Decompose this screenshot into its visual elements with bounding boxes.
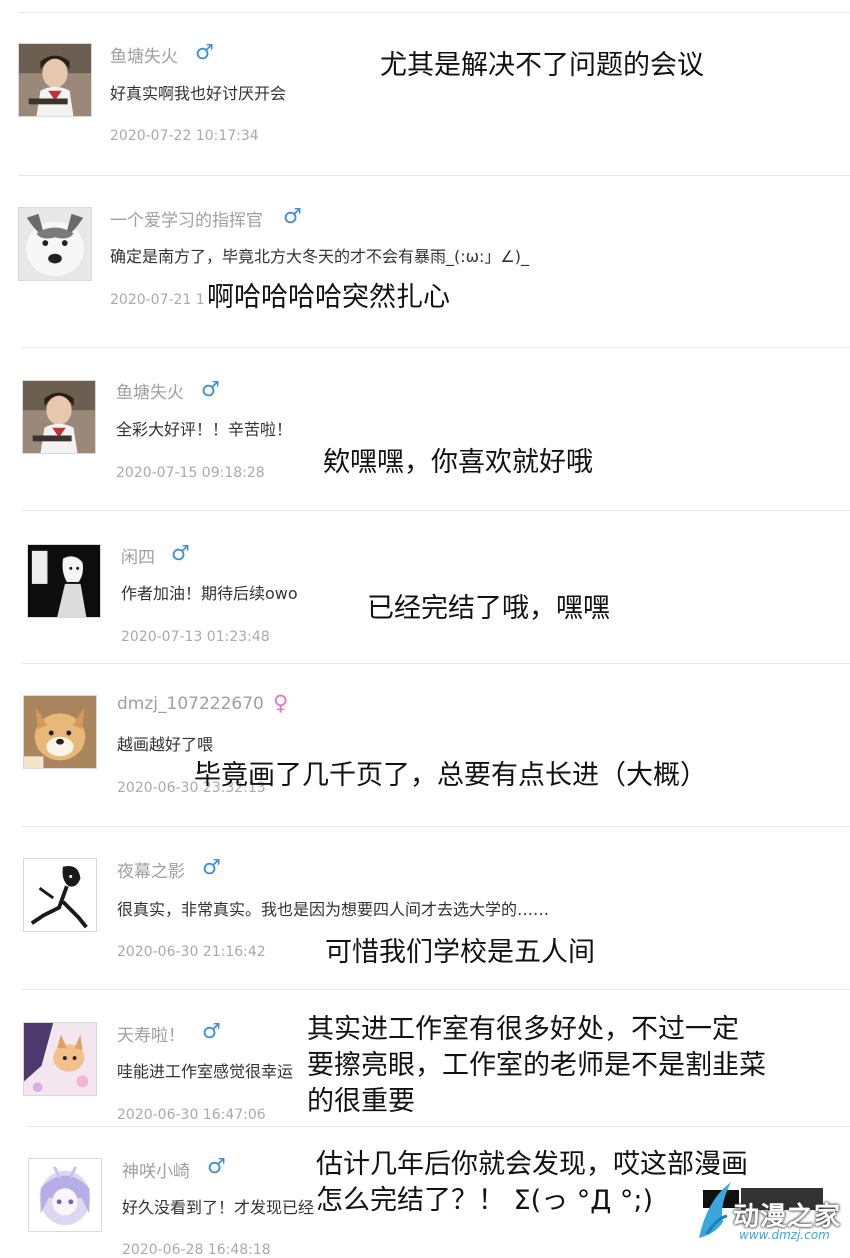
comment-text: 哇能进工作室感觉很幸运 [117,1062,294,1081]
comment-text: 作者加油！期待后续owo [121,584,298,603]
author-reply-line: 其实进工作室有很多好处，不过一定 [307,1014,739,1045]
username[interactable]: 夜幕之影 [117,857,185,882]
comment-text: 全彩大好评！！辛苦啦！ [116,420,293,439]
avatar[interactable] [23,1022,97,1096]
female-icon: ♀ [273,691,289,715]
male-icon: ♂ [201,377,220,401]
divider [22,989,850,990]
avatar[interactable] [18,207,92,281]
timestamp: 2020-07-21 1 [110,292,205,308]
timestamp: 2020-07-22 10:17:34 [110,128,259,144]
author-reply: 毕竟画了几千页了，总要有点长进（大概） [194,760,707,791]
divider [18,12,850,13]
divider [27,1126,850,1127]
author-reply: 其实进工作室有很多好处，不过一定 要擦亮眼，工作室的老师是不是割韭菜 的很重要 [307,1012,766,1120]
username[interactable]: 天寿啦！ [117,1021,185,1046]
comment-text: 越画越好了喂 [117,735,214,754]
username[interactable]: dmzj_107222670 [117,694,264,714]
male-icon: ♂ [207,1154,226,1178]
divider [22,347,850,348]
author-reply-line: 估计几年后你就会发现，哎这部漫画 [316,1149,748,1180]
dmzj-logo: 动漫之家 www.dmzj.com [697,1160,847,1246]
avatar[interactable] [18,43,92,117]
author-reply: 尤其是解决不了问题的会议 [380,50,704,81]
comment-text: 好真实啊我也好讨厌开会 [110,84,287,103]
male-icon: ♂ [171,541,190,565]
male-icon: ♂ [283,204,302,228]
divider [18,175,850,176]
author-reply-line: 的很重要 [307,1086,415,1117]
timestamp: 2020-06-30 16:47:06 [117,1107,266,1123]
avatar[interactable] [27,544,101,618]
avatar[interactable] [22,380,96,454]
avatar[interactable] [28,1158,102,1232]
username[interactable]: 一个爱学习的指挥官 [110,206,263,231]
author-reply: 欸嘿嘿，你喜欢就好哦 [323,447,593,478]
timestamp: 2020-07-15 09:18:28 [116,465,265,481]
author-reply: 已经完结了哦，嘿嘿 [367,593,610,624]
author-reply-line: 怎么完结了？！ Σ(っ °Д °;) [316,1185,654,1216]
avatar[interactable] [23,858,97,932]
username[interactable]: 鱼塘失火 [116,378,184,403]
male-icon: ♂ [195,40,214,64]
author-reply: 估计几年后你就会发现，哎这部漫画 怎么完结了？！ Σ(っ °Д °;) [316,1147,748,1219]
logo-url: www.dmzj.com [739,1228,830,1242]
divider [22,663,850,664]
timestamp: 2020-07-13 01:23:48 [121,629,270,645]
username[interactable]: 鱼塘失火 [110,42,178,67]
author-reply-line: 要擦亮眼，工作室的老师是不是割韭菜 [307,1050,766,1081]
author-reply: 可惜我们学校是五人间 [325,937,595,968]
comment-text: 确定是南方了，毕竟北方大冬天的才不会有暴雨_(:ω:」∠)_ [110,247,530,266]
comment-text: 好久没看到了！才发现已经 [122,1198,315,1217]
divider [22,826,850,827]
author-reply: 啊哈哈哈哈突然扎心 [207,282,450,313]
divider [22,510,850,511]
timestamp: 2020-06-30 21:16:42 [117,944,266,960]
comment-text: 很真实，非常真实。我也是因为想要四人间才去选大学的…… [117,900,550,919]
timestamp: 2020-06-28 16:48:18 [122,1242,271,1258]
male-icon: ♂ [202,1019,221,1043]
avatar[interactable] [23,695,97,769]
username[interactable]: 闲四 [121,543,155,568]
username[interactable]: 神咲小崎 [122,1157,190,1182]
male-icon: ♂ [202,855,221,879]
